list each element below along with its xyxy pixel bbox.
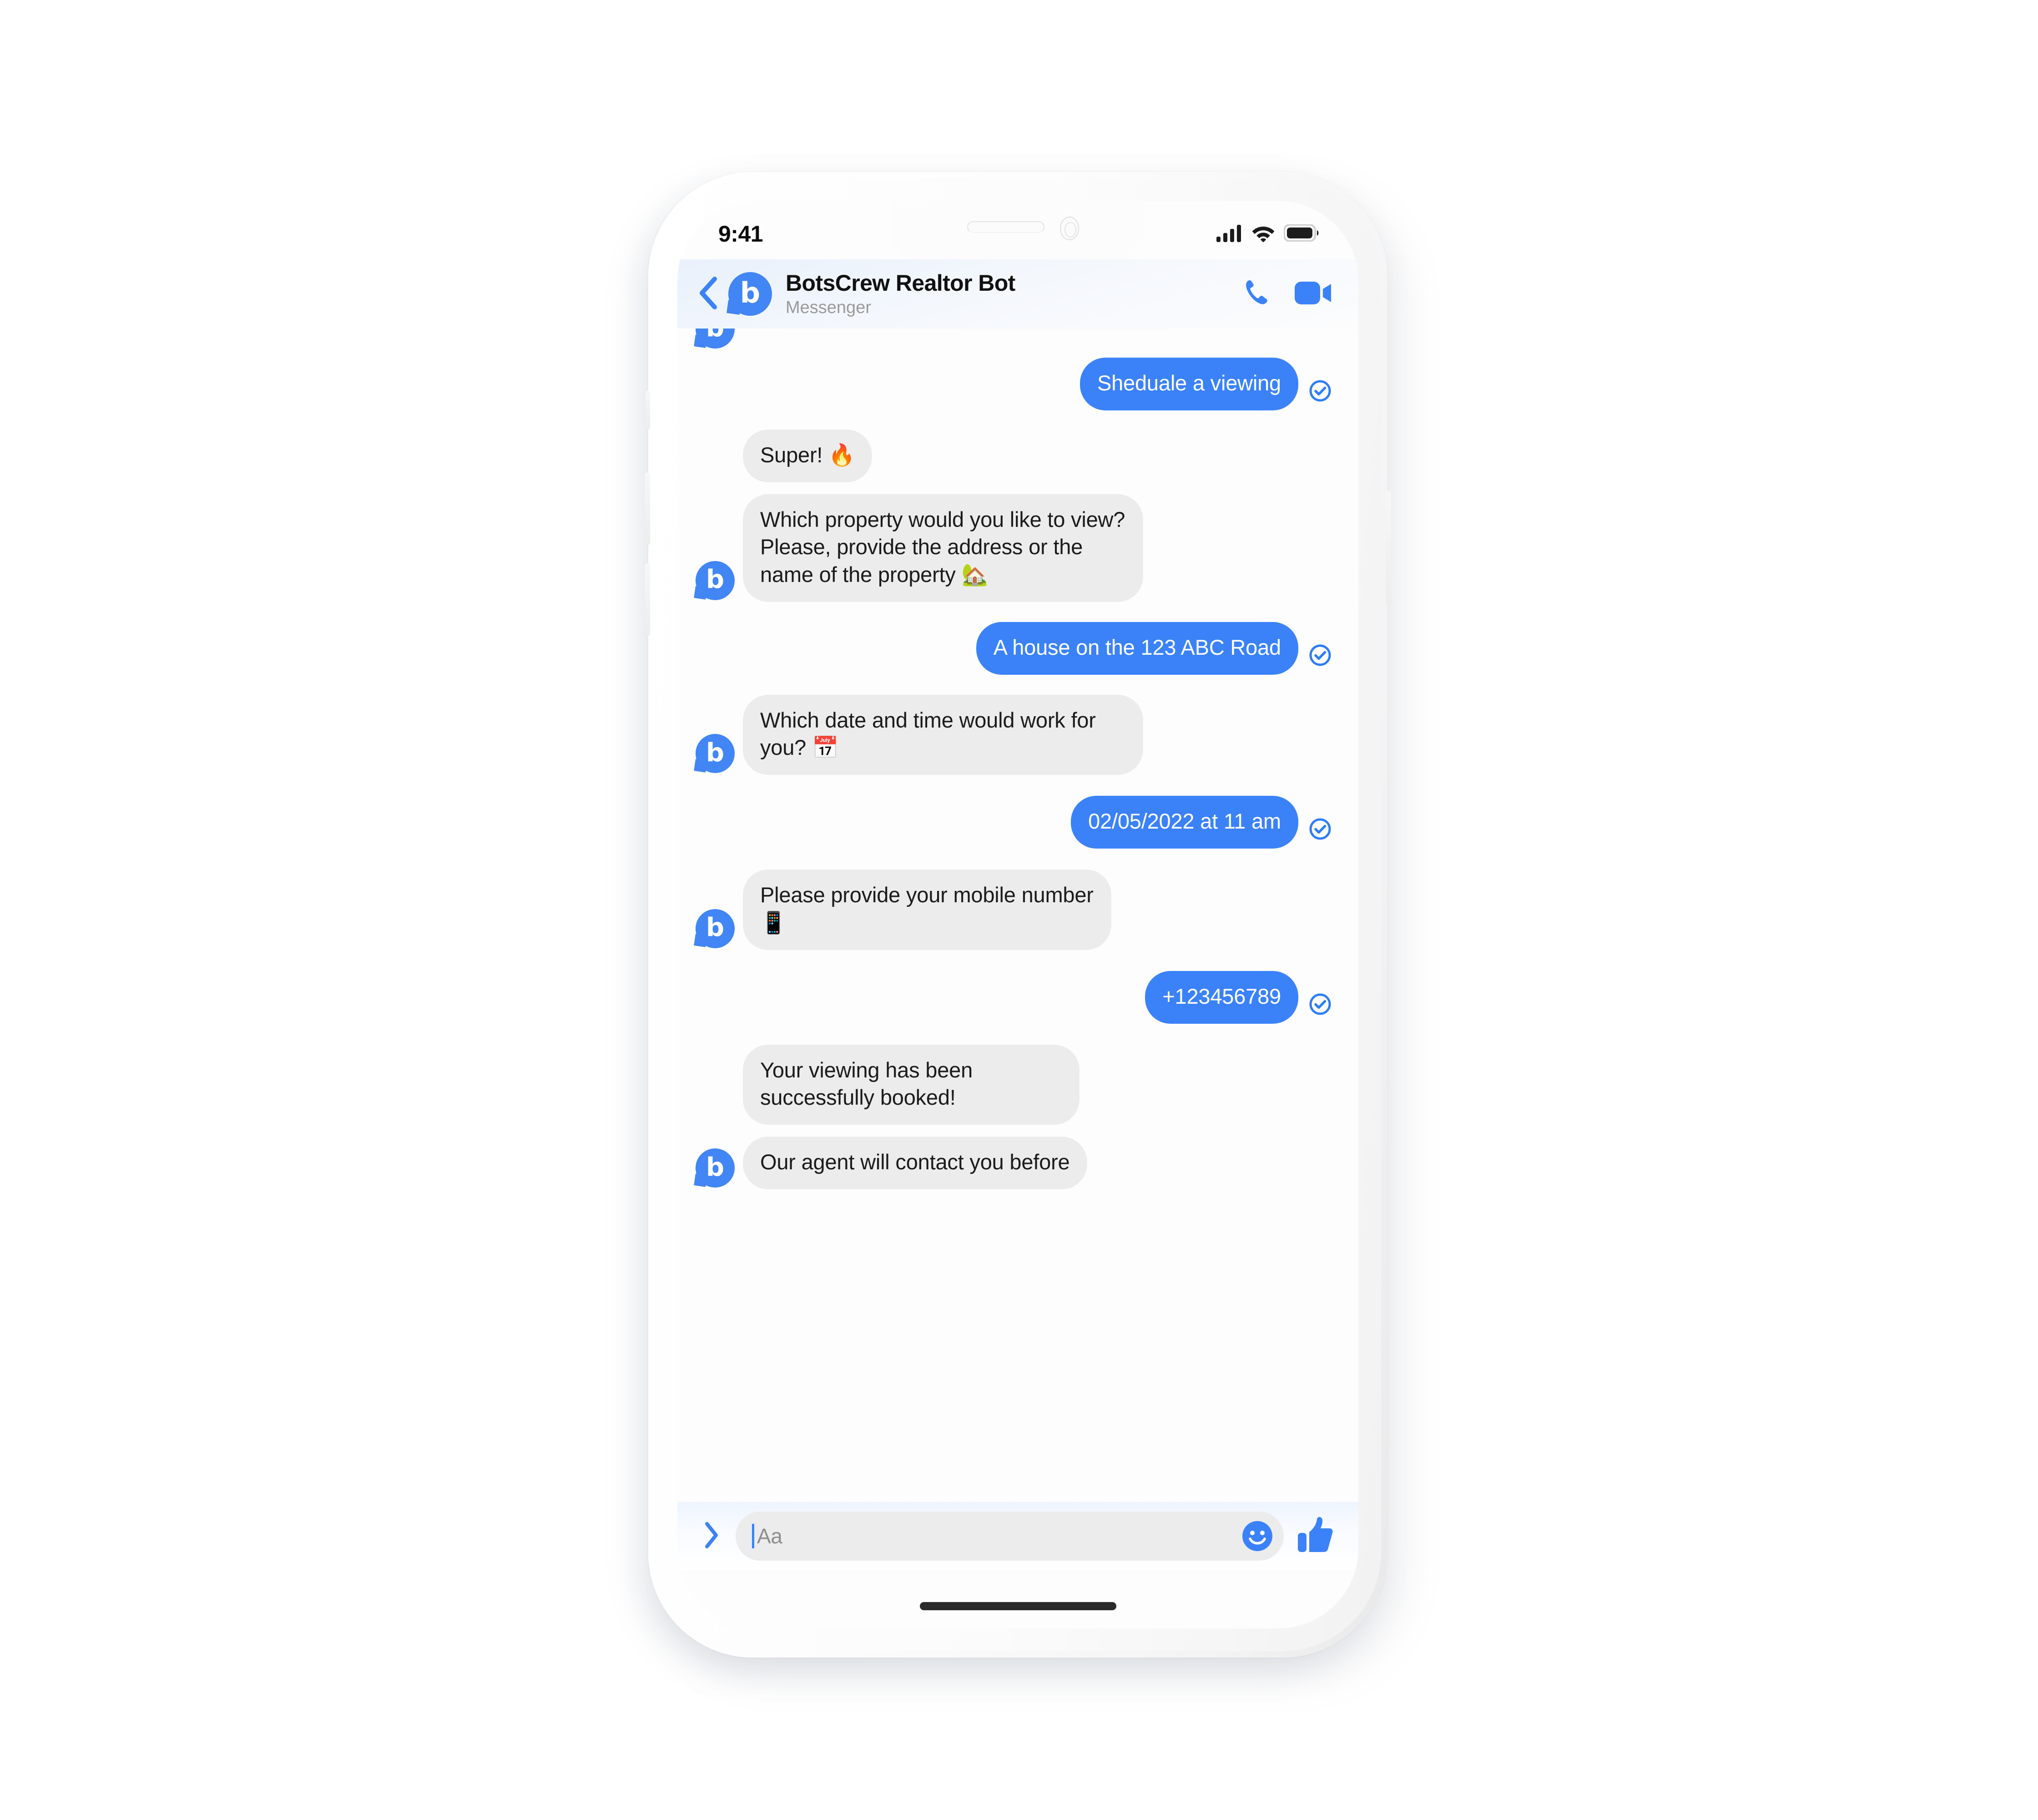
chevron-left-icon bbox=[697, 276, 718, 312]
message-bubble: Sheduale a viewing bbox=[1080, 358, 1298, 411]
message-bubble: +123456789 bbox=[1145, 971, 1298, 1024]
home-indicator[interactable] bbox=[919, 1602, 1116, 1610]
page-title: BotsCrew Realtor Bot bbox=[786, 270, 1015, 296]
message-bubble: 02/05/2022 at 11 am bbox=[1071, 796, 1298, 849]
avatar-partial-top: b bbox=[694, 329, 735, 349]
avatar[interactable]: b bbox=[694, 909, 735, 948]
message-bubble: A house on the 123 ABC Road bbox=[976, 622, 1298, 675]
avatar[interactable]: b bbox=[694, 1148, 735, 1188]
message-row-m5[interactable]: b Which date and time would work for you… bbox=[694, 694, 1332, 775]
check-circle-icon bbox=[1308, 379, 1332, 405]
message-bubble: Which property would you like to view? P… bbox=[743, 494, 1143, 602]
message-row-m2[interactable]: Super! 🔥 bbox=[696, 430, 1332, 483]
message-bubble: Please provide your mobile number 📱 bbox=[743, 870, 1111, 950]
expand-actions-button[interactable] bbox=[696, 1520, 727, 1552]
message-input-placeholder: Aa bbox=[757, 1524, 782, 1548]
status-icons bbox=[1216, 223, 1319, 244]
cellular-signal-icon bbox=[1216, 224, 1243, 244]
message-bubble: Which date and time would work for you? … bbox=[743, 694, 1143, 775]
phone-device-mockup: 9:41 b BotsCrew Realtor Bot Messenger Sh… bbox=[645, 172, 1391, 1658]
text-cursor bbox=[752, 1524, 754, 1548]
like-button[interactable] bbox=[1296, 1517, 1335, 1556]
message-row-m1[interactable]: Sheduale a viewing bbox=[696, 358, 1332, 411]
phone-icon bbox=[1242, 280, 1275, 311]
message-row-m4[interactable]: A house on the 123 ABC Road bbox=[696, 622, 1332, 675]
battery-full-icon bbox=[1283, 223, 1319, 244]
chevron-right-icon bbox=[703, 1521, 720, 1552]
smiley-face-icon bbox=[1241, 1521, 1274, 1554]
message-bubble: Super! 🔥 bbox=[743, 430, 873, 483]
message-bubble: Your viewing has been successfully booke… bbox=[743, 1044, 1080, 1125]
phone-screen: 9:41 b BotsCrew Realtor Bot Messenger Sh… bbox=[677, 201, 1358, 1628]
check-circle-icon bbox=[1308, 817, 1332, 843]
avatar[interactable]: b bbox=[694, 734, 735, 774]
avatar[interactable]: b bbox=[694, 561, 735, 600]
silent-switch-button[interactable] bbox=[646, 390, 650, 430]
thumbs-up-icon bbox=[1296, 1516, 1334, 1557]
message-row-m7[interactable]: b Please provide your mobile number 📱 bbox=[694, 870, 1332, 950]
screenshot-canvas: 9:41 b BotsCrew Realtor Bot Messenger Sh… bbox=[0, 0, 2038, 1820]
message-row-m8[interactable]: +123456789 bbox=[696, 971, 1332, 1024]
message-list[interactable]: b Sheduale a viewing Sup bbox=[677, 329, 1358, 1628]
message-row-m3[interactable]: b Which property would you like to view?… bbox=[694, 494, 1332, 602]
back-button[interactable] bbox=[690, 276, 726, 312]
volume-up-button[interactable] bbox=[645, 472, 650, 545]
header-titles: BotsCrew Realtor Bot Messenger bbox=[786, 271, 1242, 317]
message-row-m10[interactable]: b Our agent will contact you before bbox=[694, 1137, 1332, 1190]
chat-header: b BotsCrew Realtor Bot Messenger bbox=[677, 259, 1358, 329]
message-row-m9[interactable]: Your viewing has been successfully booke… bbox=[696, 1044, 1332, 1125]
call-button[interactable] bbox=[1242, 277, 1275, 312]
header-actions bbox=[1242, 277, 1333, 312]
video-call-button[interactable] bbox=[1294, 279, 1333, 309]
volume-down-button[interactable] bbox=[645, 563, 650, 636]
check-circle-icon bbox=[1308, 992, 1332, 1018]
message-composer: Aa bbox=[677, 1502, 1358, 1570]
message-row-m6[interactable]: 02/05/2022 at 11 am bbox=[696, 796, 1332, 849]
emoji-button[interactable] bbox=[1241, 1520, 1274, 1552]
video-camera-icon bbox=[1294, 281, 1333, 309]
check-circle-icon bbox=[1308, 643, 1332, 669]
avatar-letter: b bbox=[740, 276, 761, 310]
message-bubble: Our agent will contact you before bbox=[743, 1137, 1087, 1190]
message-input[interactable]: Aa bbox=[736, 1512, 1284, 1561]
power-button[interactable] bbox=[1386, 490, 1391, 604]
avatar[interactable]: b bbox=[726, 272, 772, 316]
status-bar: 9:41 bbox=[677, 201, 1358, 259]
header-subtitle: Messenger bbox=[786, 298, 871, 317]
wifi-icon bbox=[1251, 224, 1276, 244]
status-time: 9:41 bbox=[718, 221, 763, 247]
